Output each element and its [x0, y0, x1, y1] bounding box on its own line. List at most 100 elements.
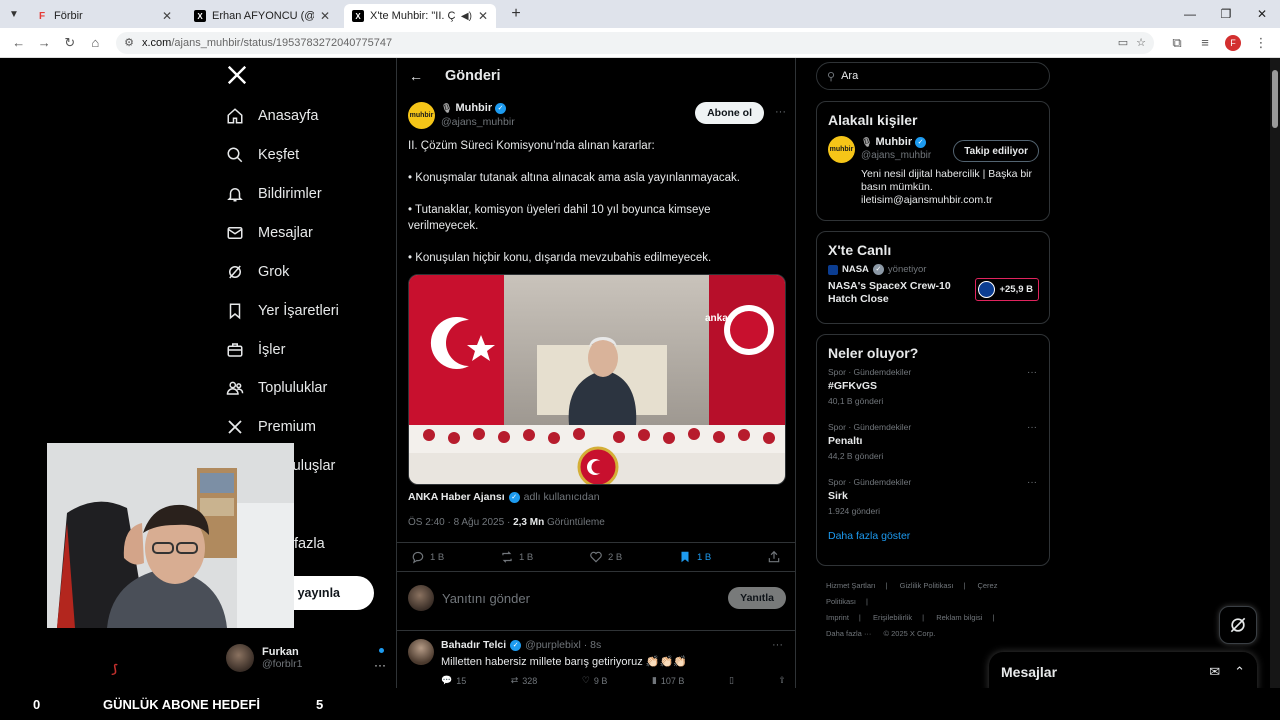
star-icon[interactable]: ☆	[1136, 36, 1146, 49]
author-avatar[interactable]: muhbir	[408, 102, 435, 129]
account-switcher[interactable]: Furkan @forblr1 ···	[226, 644, 386, 672]
trend-more-icon[interactable]: ···	[1027, 477, 1037, 488]
nav-item-anasayfa[interactable]: Anasayfa	[226, 102, 318, 130]
home-icon[interactable]: ⌂	[85, 32, 107, 54]
footer-link[interactable]: Erişilebilirlik	[873, 613, 912, 622]
tab-close-icon[interactable]: ✕	[478, 9, 488, 23]
reply-share-action[interactable]: ⇪	[778, 675, 786, 686]
expand-up-icon[interactable]: ⌃	[1234, 664, 1245, 680]
restore-icon[interactable]: ❐	[1208, 0, 1244, 28]
close-window-icon[interactable]: ✕	[1244, 0, 1280, 28]
bookmark-action[interactable]: 1 B	[678, 550, 711, 564]
minimize-icon[interactable]: —	[1172, 0, 1208, 28]
reply-like-action[interactable]: ♡ 9 B	[582, 675, 608, 686]
reply-text: Milletten habersiz millete barış getiriy…	[441, 656, 687, 668]
reply-reply-action[interactable]: 💬 15	[441, 675, 466, 686]
repost-icon: ⇄	[510, 675, 519, 685]
author-avatar[interactable]: muhbir	[828, 136, 855, 163]
post-text: II. Çözüm Süreci Komisyonu’nda alınan ka…	[408, 138, 784, 282]
reply-input[interactable]: Yanıtını gönder	[442, 591, 728, 606]
subscribe-button[interactable]: Abone ol	[695, 102, 764, 124]
media-control-icon[interactable]: ≡	[1194, 32, 1216, 54]
post-line: II. Çözüm Süreci Komisyonu’nda alınan ka…	[408, 140, 655, 152]
x-home-logo-icon[interactable]	[226, 64, 250, 88]
speaker-icon[interactable]: ◀)	[461, 11, 472, 22]
bookmark-icon: ▯	[728, 675, 734, 685]
repost-action[interactable]: 1 B	[500, 550, 533, 564]
browser-tab-3[interactable]: X X'te Muhbir: "II. Çözüm ◀) ✕	[344, 4, 496, 28]
reply-author[interactable]: Bahadır Telci	[441, 639, 506, 651]
page-scrollbar[interactable]	[1270, 58, 1280, 688]
author-handle[interactable]: @ajans_muhbir	[441, 116, 515, 128]
profile-extension-icon[interactable]: F	[1222, 32, 1244, 54]
trend-item[interactable]: Spor · Gündemdekiler Sirk 1.924 gönderi …	[817, 471, 1049, 526]
browser-menu-icon[interactable]: ⋮	[1250, 32, 1272, 54]
reply-views-action[interactable]: ▮ 107 B	[652, 675, 684, 686]
reply-more-icon[interactable]: ···	[772, 639, 783, 651]
nav-item-isler[interactable]: İşler	[226, 336, 285, 364]
nav-item-topluluklar[interactable]: Topluluklar	[226, 374, 327, 402]
x-icon	[228, 420, 242, 434]
post-more-icon[interactable]: ···	[775, 106, 786, 118]
nav-label: Topluluklar	[258, 380, 328, 396]
following-button[interactable]: Takip ediliyor	[953, 140, 1039, 162]
install-app-icon[interactable]: ▭	[1118, 36, 1128, 49]
messages-drawer[interactable]: Mesajlar ✉ ⌃	[989, 652, 1257, 692]
browser-tab-bar: ▼ F Förbir ✕ X Erhan AFYONCU (@eafyoncu)…	[0, 0, 1280, 28]
nav-item-mesajlar[interactable]: Mesajlar	[226, 219, 313, 247]
reply-bookmark-action[interactable]: ▯	[729, 675, 734, 686]
trend-more-icon[interactable]: ···	[1027, 367, 1037, 378]
nav-item-bildirimler[interactable]: Bildirimler	[226, 180, 322, 208]
tab-close-icon[interactable]: ✕	[162, 9, 172, 23]
related-person[interactable]: muhbir 🎙 Muhbir ✓ @ajans_muhbir Takip ed…	[817, 128, 1049, 218]
footer-link[interactable]: Imprint	[826, 613, 849, 622]
notification-dot	[379, 648, 384, 653]
footer-link[interactable]: Reklam bilgisi	[936, 613, 982, 622]
site-settings-icon[interactable]: ⚙	[124, 36, 134, 49]
reply-repost-action[interactable]: ⇄ 328	[511, 675, 538, 686]
new-message-icon[interactable]: ✉	[1209, 664, 1220, 680]
footer-link[interactable]: Hizmet Şartları	[826, 581, 876, 590]
post-video[interactable]: anka	[408, 274, 786, 485]
live-listener-count[interactable]: +25,9 B	[975, 278, 1039, 301]
trend-item[interactable]: Spor · Gündemdekiler #GFKvGS 40,1 B gönd…	[817, 361, 1049, 416]
browser-tab-1[interactable]: F Förbir ✕	[28, 4, 180, 28]
forward-icon[interactable]: →	[34, 32, 56, 54]
like-action[interactable]: 2 B	[589, 550, 622, 564]
back-icon[interactable]: ←	[8, 32, 30, 54]
nav-item-premium[interactable]: Premium	[226, 413, 316, 441]
footer-link[interactable]: Daha fazla ···	[826, 629, 871, 638]
grok-floating-button[interactable]	[1219, 606, 1257, 644]
reload-icon[interactable]: ↻	[59, 32, 81, 54]
reply-button[interactable]: Yanıtla	[728, 587, 786, 609]
nav-label: Bildirimler	[258, 186, 322, 202]
post-time[interactable]: ÖS 2:40 · 8 Ağu 2025 ·	[408, 517, 513, 528]
account-more-icon[interactable]: ···	[374, 658, 386, 672]
tab-search-chevron-icon[interactable]: ▼	[0, 0, 28, 28]
footer-link[interactable]: Gizlilik Politikası	[900, 581, 954, 590]
extensions-icon[interactable]: ⧉	[1166, 32, 1188, 54]
like-count: 2 B	[608, 551, 623, 563]
related-bio: Yeni nesil dijital habercilik | Başka bi…	[861, 168, 1033, 206]
address-bar[interactable]: ⚙ x.com/ajans_muhbir/status/195378327204…	[116, 31, 1154, 54]
trend-more-icon[interactable]: ···	[1027, 422, 1037, 433]
scrollbar-thumb[interactable]	[1272, 70, 1278, 128]
reply-action[interactable]: 1 B	[411, 550, 444, 564]
search-input[interactable]: ⚲ Ara	[816, 62, 1050, 90]
live-item[interactable]: NASA ✓ yönetiyor NASA's SpaceX Crew-10 H…	[817, 258, 1049, 314]
browser-tab-2[interactable]: X Erhan AFYONCU (@eafyoncu) / ✕	[186, 4, 338, 28]
back-arrow-icon[interactable]: ←	[409, 68, 423, 84]
nav-item-yer-isaretleri[interactable]: Yer İşaretleri	[226, 297, 339, 325]
reply-item[interactable]: Bahadır Telci ✓ @purplebixl · 8s ··· Mil…	[397, 630, 795, 688]
nav-item-grok[interactable]: Grok	[226, 258, 289, 286]
new-tab-button[interactable]: +	[506, 4, 526, 24]
post-author: muhbir 🎙 Muhbir ✓ @ajans_muhbir Abone ol…	[408, 100, 788, 132]
nav-item-kesfet[interactable]: Keşfet	[226, 141, 299, 169]
tab-close-icon[interactable]: ✕	[320, 9, 330, 23]
avatar[interactable]	[408, 639, 434, 665]
trend-item[interactable]: Spor · Gündemdekiler Penaltı 44,2 B gönd…	[817, 416, 1049, 471]
share-action[interactable]	[767, 550, 781, 564]
media-source[interactable]: ANKA Haber Ajansı ✓ adlı kullanıcıdan	[408, 491, 600, 503]
show-more-link[interactable]: Daha fazla göster	[817, 526, 1049, 554]
author-name-row[interactable]: 🎙 Muhbir ✓	[441, 102, 507, 114]
